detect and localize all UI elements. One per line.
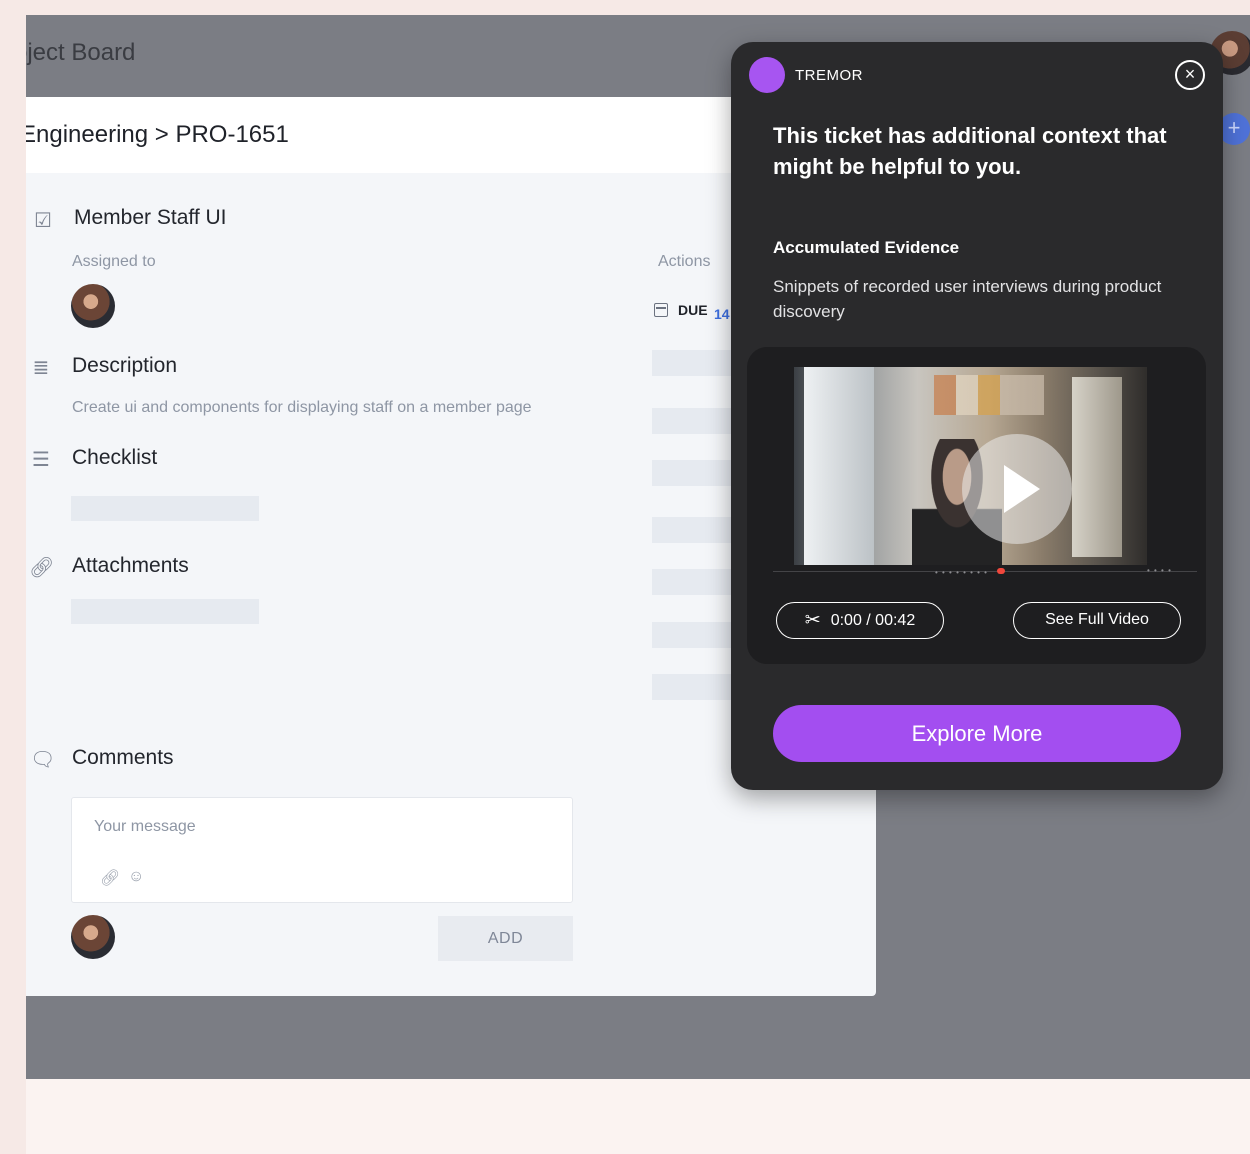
explore-more-button[interactable]: Explore More	[773, 705, 1181, 762]
thumbnail-wall-art	[934, 375, 1044, 415]
board-title: oject Board	[26, 39, 136, 66]
clip-time-pill[interactable]: ✂ 0:00 / 00:42	[776, 602, 944, 639]
comments-title: Comments	[72, 746, 174, 769]
see-full-video-button[interactable]: See Full Video	[1013, 602, 1181, 639]
close-icon[interactable]: ×	[1175, 60, 1205, 90]
evidence-description: Snippets of recorded user interviews dur…	[773, 277, 1162, 321]
video-thumbnail[interactable]	[794, 367, 1147, 565]
checklist-title: Checklist	[72, 446, 158, 469]
action-placeholder	[652, 460, 732, 486]
add-comment-button[interactable]: ADD	[438, 916, 573, 961]
smile-icon[interactable]: ☺	[128, 868, 144, 886]
list-check-icon: ☰	[32, 449, 50, 471]
link-icon: 🔗︎	[29, 557, 55, 579]
comment-input[interactable]: Your message 🔗︎ ☺	[71, 797, 573, 903]
video-card: • • • • • • • • • • • • ✂ 0:00 / 00:42 S…	[747, 347, 1206, 664]
scrubber-marker[interactable]	[997, 568, 1005, 574]
due-label: DUE	[678, 302, 708, 318]
attachments-title: Attachments	[72, 554, 189, 577]
actions-label: Actions	[658, 253, 711, 270]
description-text[interactable]: Create ui and components for displaying …	[72, 399, 532, 417]
scrubber-end-ticks: • • • •	[1147, 566, 1172, 575]
scissors-icon: ✂	[804, 610, 821, 631]
action-placeholder	[652, 674, 732, 700]
checklist-placeholder	[71, 496, 259, 521]
task-title: Member Staff UI	[74, 206, 227, 229]
action-placeholder	[652, 408, 732, 434]
due-date-chip[interactable]: DUE	[654, 302, 708, 318]
action-placeholder	[652, 517, 732, 543]
action-placeholder	[652, 350, 732, 376]
tremor-logo	[749, 57, 785, 93]
thumbnail-window	[804, 367, 874, 565]
panel-headline: This ticket has additional context that …	[773, 123, 1167, 179]
align-left-icon: ≣	[32, 357, 50, 379]
action-placeholder	[652, 569, 732, 595]
breadcrumb[interactable]: Engineering > PRO-1651	[26, 121, 289, 149]
clip-time: 0:00 / 00:42	[830, 611, 916, 629]
attachments-placeholder	[71, 599, 259, 624]
attach-link-icon[interactable]: 🔗︎	[100, 868, 120, 888]
brand-name: TREMOR	[795, 67, 863, 84]
evidence-title: Accumulated Evidence	[773, 238, 960, 257]
checkbox-icon[interactable]: ☑	[31, 209, 55, 233]
commenter-avatar	[71, 915, 115, 959]
description-title: Description	[72, 354, 178, 377]
action-placeholder	[652, 622, 732, 648]
scrubber-ticks: • • • • • • • •	[935, 568, 988, 577]
assignee-avatar[interactable]	[71, 284, 115, 328]
play-icon[interactable]	[962, 434, 1072, 544]
chat-bubble-icon: 🗨︎	[30, 749, 56, 771]
comment-placeholder: Your message	[94, 818, 196, 835]
due-date: 14	[714, 306, 730, 322]
thumbnail-door	[1072, 377, 1122, 557]
assigned-label: Assigned to	[72, 253, 156, 270]
tremor-panel: TREMOR × This ticket has additional cont…	[731, 42, 1223, 790]
calendar-icon	[654, 303, 668, 317]
